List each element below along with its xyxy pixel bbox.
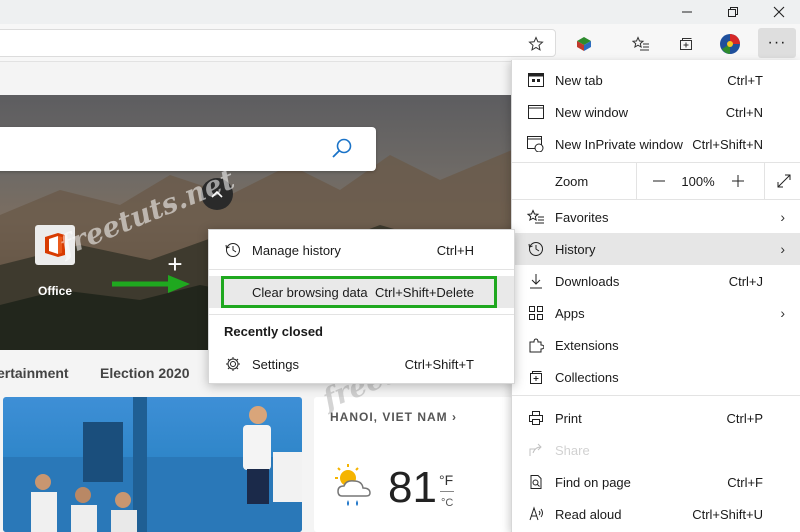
favorite-star-icon[interactable] [522,31,550,57]
menu-separator [512,395,800,396]
zoom-row: Zoom 100% [512,163,800,199]
menu-item-shortcut: Ctrl+H [436,242,474,258]
print-icon [526,408,546,428]
menu-item-shortcut: Ctrl+Shift+N [692,136,763,152]
menu-item-label: Share [555,442,590,458]
menu-item-shortcut: Ctrl+P [726,410,763,426]
menu-separator [209,314,514,315]
favorites-icon [526,207,546,227]
menu-item-new-window[interactable]: New window Ctrl+N [512,96,800,128]
menu-item-shortcut: Ctrl+F [727,474,763,490]
menu-item-extensions[interactable]: Extensions [512,329,800,361]
history-icon [223,240,243,260]
new-window-icon [526,102,546,122]
menu-item-label: Find on page [555,474,631,490]
menu-separator [209,269,514,270]
zoom-in-button[interactable] [723,163,753,199]
menu-item-label: History [555,241,596,257]
menu-item-label: Read aloud [555,506,622,522]
minimize-icon[interactable] [664,0,710,24]
chevron-right-icon: › [780,241,785,257]
menu-item-label: Favorites [555,209,609,225]
unit-fahrenheit[interactable]: °F [439,472,453,488]
apps-icon [526,303,546,323]
menu-item-label: New InPrivate window [555,136,683,152]
menu-item-downloads[interactable]: Downloads Ctrl+J [512,265,800,297]
highlight-box [221,276,497,308]
settings-and-more-menu: New tab Ctrl+T New window Ctrl+N New InP… [511,60,800,532]
menu-item-shortcut: Ctrl+Shift+U [692,506,763,522]
address-bar[interactable] [0,29,556,57]
extensions-icon [526,335,546,355]
menu-item-favorites[interactable]: Favorites › [512,201,800,233]
zoom-divider [636,163,637,199]
settings-more-button[interactable]: ··· [758,28,796,58]
download-icon [526,271,546,291]
menu-item-shortcut: Ctrl+N [725,104,763,120]
menu-item-print[interactable]: Print Ctrl+P [512,402,800,434]
menu-item-new-inprivate-window[interactable]: New InPrivate window Ctrl+Shift+N [512,128,800,160]
menu-item-label: New window [555,104,628,120]
menu-item-label: Print [555,410,582,426]
read-aloud-icon [526,504,546,524]
menu-item-label: Settings [252,356,299,372]
news-card-image[interactable] [3,397,302,532]
menu-item-label: Downloads [555,273,620,289]
menu-item-shortcut: Ctrl+T [727,72,763,88]
favorites-bar-icon[interactable] [627,31,655,57]
menu-item-read-aloud[interactable]: Read aloud Ctrl+Shift+U [512,498,800,530]
inprivate-icon [526,134,546,154]
zoom-divider [764,163,765,199]
history-icon [526,239,546,259]
search-box[interactable] [0,127,376,171]
weather-temperature: 81 [388,463,437,512]
menu-item-find-on-page[interactable]: Find on page Ctrl+F [512,466,800,498]
weather-location[interactable]: HANOI, VIET NAM › [330,410,457,424]
recently-closed-heading: Recently closed [224,324,323,339]
profile-avatar[interactable] [716,31,744,57]
menu-item-label: New tab [555,72,603,88]
share-icon [526,440,546,460]
zoom-level: 100% [681,173,715,189]
new-tab-icon [526,70,546,90]
restore-icon[interactable] [710,0,756,24]
extension-icon[interactable] [570,31,598,57]
menu-item-shortcut: Ctrl+Shift+T [404,356,474,372]
unit-celsius[interactable]: °C [441,497,453,509]
zoom-out-button[interactable] [644,163,674,199]
settings-gear-icon [223,354,243,374]
menu-item-shortcut: Ctrl+J [728,273,763,289]
more-icon: ··· [767,34,787,51]
menu-item-manage-history[interactable]: Manage history Ctrl+H [209,234,514,266]
chevron-right-icon: › [780,305,785,321]
menu-item-history[interactable]: History › [512,233,800,265]
menu-item-new-tab[interactable]: New tab Ctrl+T [512,64,800,96]
menu-item-share[interactable]: Share [512,434,800,466]
menu-item-collections[interactable]: Collections [512,361,800,393]
tab-entertainment[interactable]: ertainment [0,365,69,381]
chevron-right-icon: › [452,410,458,424]
unit-divider [440,491,454,492]
close-icon[interactable] [756,0,800,24]
chevron-right-icon: › [780,209,785,225]
menu-item-label: Extensions [555,337,619,353]
menu-item-apps[interactable]: Apps › [512,297,800,329]
green-arrow-icon [112,275,190,293]
collections-icon [526,367,546,387]
collections-toolbar-icon[interactable] [672,31,700,57]
office-quicklink-label: Office [37,284,72,298]
fullscreen-button[interactable] [767,163,800,199]
menu-item-label: Collections [555,369,619,385]
menu-separator [512,199,800,200]
menu-item-label: Apps [555,305,585,321]
menu-item-label: Manage history [252,242,341,258]
tab-election-2020[interactable]: Election 2020 [100,365,190,381]
menu-item-recently-closed-settings[interactable]: Settings Ctrl+Shift+T [209,348,514,380]
weather-partly-cloudy-rain-icon [335,464,371,506]
find-icon [526,472,546,492]
zoom-label: Zoom [555,174,589,189]
fullscreen-icon [777,174,791,188]
search-icon[interactable] [330,137,354,164]
